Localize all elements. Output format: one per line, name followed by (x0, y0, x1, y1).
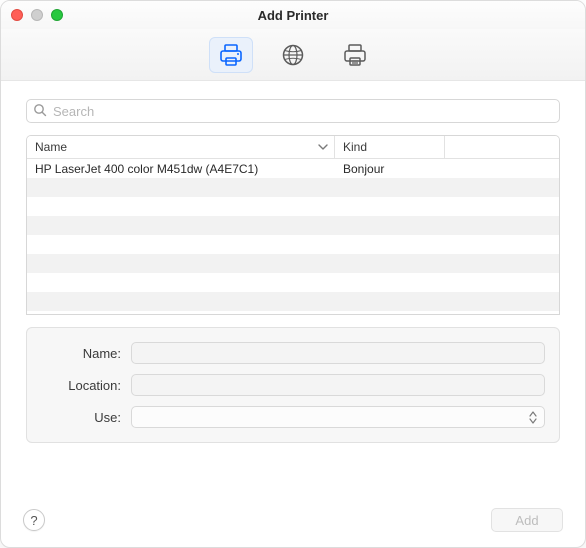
table-row (27, 235, 559, 254)
table-row (27, 273, 559, 292)
table-row (27, 178, 559, 197)
table-row (27, 197, 559, 216)
table-row (27, 216, 559, 235)
close-window-button[interactable] (11, 9, 23, 21)
name-field[interactable] (131, 342, 545, 364)
add-button-label: Add (515, 513, 538, 528)
help-icon: ? (30, 513, 37, 528)
add-button[interactable]: Add (491, 508, 563, 532)
table-row (27, 254, 559, 273)
printer-type-tabs (209, 37, 377, 73)
search-input[interactable] (53, 104, 553, 119)
search-icon (33, 103, 47, 120)
advanced-printer-icon (342, 43, 368, 67)
search-field[interactable] (26, 99, 560, 123)
location-field-row: Location: (41, 374, 545, 396)
use-select[interactable] (131, 406, 545, 428)
printer-kind-cell: Bonjour (335, 162, 445, 176)
window-title: Add Printer (258, 8, 329, 23)
location-label: Location: (41, 378, 121, 393)
printer-name-cell: HP LaserJet 400 color M451dw (A4E7C1) (27, 162, 335, 176)
column-header-kind[interactable]: Kind (335, 136, 445, 158)
updown-stepper-icon (526, 411, 540, 424)
titlebar: Add Printer (1, 1, 585, 29)
name-label: Name: (41, 346, 121, 361)
printer-details-panel: Name: Location: Use: (26, 327, 560, 443)
column-label: Kind (343, 140, 367, 154)
help-button[interactable]: ? (23, 509, 45, 531)
use-label: Use: (41, 410, 121, 425)
column-label: Name (35, 140, 67, 154)
content-area: Name Kind HP LaserJet 400 color M451dw (… (1, 81, 585, 493)
printer-list: Name Kind HP LaserJet 400 color M451dw (… (26, 135, 560, 315)
footer: ? Add (1, 493, 585, 547)
minimize-window-button[interactable] (31, 9, 43, 21)
printer-list-header: Name Kind (27, 136, 559, 159)
name-field-row: Name: (41, 342, 545, 364)
chevron-down-icon (318, 141, 328, 155)
globe-icon (281, 43, 305, 67)
add-printer-toolbar (1, 29, 585, 81)
default-printer-tab[interactable] (209, 37, 253, 73)
windows-printer-tab[interactable] (333, 37, 377, 73)
use-field-row: Use: (41, 406, 545, 428)
table-row (27, 292, 559, 311)
column-header-spacer (445, 136, 559, 158)
column-header-name[interactable]: Name (27, 136, 335, 158)
location-field[interactable] (131, 374, 545, 396)
add-printer-window: Add Printer (0, 0, 586, 548)
printer-icon (218, 43, 244, 67)
zoom-window-button[interactable] (51, 9, 63, 21)
window-controls (11, 9, 63, 21)
printer-list-rows: HP LaserJet 400 color M451dw (A4E7C1) Bo… (27, 159, 559, 314)
table-row[interactable]: HP LaserJet 400 color M451dw (A4E7C1) Bo… (27, 159, 559, 178)
ip-printer-tab[interactable] (271, 37, 315, 73)
